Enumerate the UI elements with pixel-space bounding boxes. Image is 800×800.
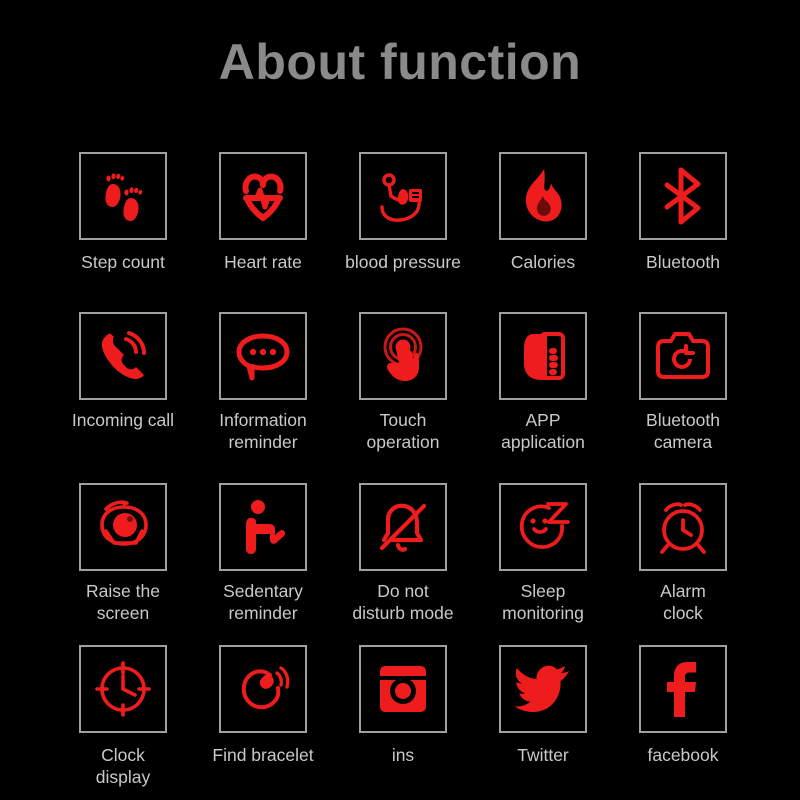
raise-to-wake-eye-icon: [79, 483, 167, 571]
function-item-label: Incoming call: [71, 410, 175, 430]
about-function-page: About function Step count Heart rate blo…: [0, 0, 800, 800]
function-item-twitter[interactable]: Twitter: [473, 645, 613, 800]
function-item-sedentary-reminder[interactable]: Sedentary reminder: [193, 483, 333, 645]
function-item-label: Touch operation: [366, 410, 440, 452]
phone-ringing-icon: [79, 312, 167, 400]
function-item-app-application[interactable]: APP application: [473, 312, 613, 483]
function-item-do-not-disturb[interactable]: Do not disturb mode: [333, 483, 473, 645]
clock-face-icon: [79, 645, 167, 733]
function-item-label: Raise the screen: [86, 581, 160, 623]
function-item-label: blood pressure: [345, 252, 461, 272]
blood-pressure-icon: [359, 152, 447, 240]
function-item-find-bracelet[interactable]: Find bracelet: [193, 645, 333, 800]
function-item-label: Sedentary reminder: [223, 581, 303, 623]
function-item-label: Bluetooth camera: [646, 410, 720, 452]
function-item-label: Bluetooth: [646, 252, 720, 272]
bluetooth-icon: [639, 152, 727, 240]
function-item-clock-display[interactable]: Clock display: [53, 645, 193, 800]
alarm-clock-icon: [639, 483, 727, 571]
flame-icon: [499, 152, 587, 240]
facebook-f-icon: [639, 645, 727, 733]
function-item-blood-pressure[interactable]: blood pressure: [333, 152, 473, 312]
heart-pulse-icon: [219, 152, 307, 240]
page-title: About function: [218, 34, 582, 90]
function-item-label: Clock display: [95, 745, 151, 787]
function-item-step-count[interactable]: Step count: [53, 152, 193, 312]
function-item-label: Find bracelet: [212, 745, 314, 765]
function-item-label: ins: [391, 745, 415, 765]
function-item-label: Twitter: [517, 745, 569, 765]
function-item-label: Do not disturb mode: [352, 581, 454, 623]
seated-person-icon: [219, 483, 307, 571]
bell-slash-icon: [359, 483, 447, 571]
function-item-sleep-monitoring[interactable]: Sleep monitoring: [473, 483, 613, 645]
twitter-bird-icon: [499, 645, 587, 733]
footprints-icon: [79, 152, 167, 240]
function-item-label: APP application: [501, 410, 585, 452]
function-item-label: Heart rate: [224, 252, 302, 272]
function-item-heart-rate[interactable]: Heart rate: [193, 152, 333, 312]
function-item-label: Step count: [81, 252, 165, 272]
touch-tap-icon: [359, 312, 447, 400]
function-item-information-reminder[interactable]: Information reminder: [193, 312, 333, 483]
function-item-incoming-call[interactable]: Incoming call: [53, 312, 193, 483]
function-item-alarm-clock[interactable]: Alarm clock: [613, 483, 753, 645]
function-item-bluetooth[interactable]: Bluetooth: [613, 152, 753, 312]
hand-phone-icon: [499, 312, 587, 400]
sleep-face-z-icon: [499, 483, 587, 571]
function-item-raise-the-screen[interactable]: Raise the screen: [53, 483, 193, 645]
function-item-label: Calories: [510, 252, 576, 272]
function-item-facebook[interactable]: facebook: [613, 645, 753, 800]
function-item-bluetooth-camera[interactable]: Bluetooth camera: [613, 312, 753, 483]
function-item-calories[interactable]: Calories: [473, 152, 613, 312]
function-item-label: Alarm clock: [660, 581, 706, 623]
function-item-touch-operation[interactable]: Touch operation: [333, 312, 473, 483]
function-item-ins[interactable]: ins: [333, 645, 473, 800]
function-item-label: facebook: [647, 745, 719, 765]
function-grid: Step count Heart rate blood pressure Cal…: [53, 152, 753, 800]
function-item-label: Information reminder: [219, 410, 307, 452]
function-item-label: Sleep monitoring: [502, 581, 584, 623]
camera-icon: [639, 312, 727, 400]
bracelet-signal-icon: [219, 645, 307, 733]
instagram-icon: [359, 645, 447, 733]
speech-bubble-dots-icon: [219, 312, 307, 400]
